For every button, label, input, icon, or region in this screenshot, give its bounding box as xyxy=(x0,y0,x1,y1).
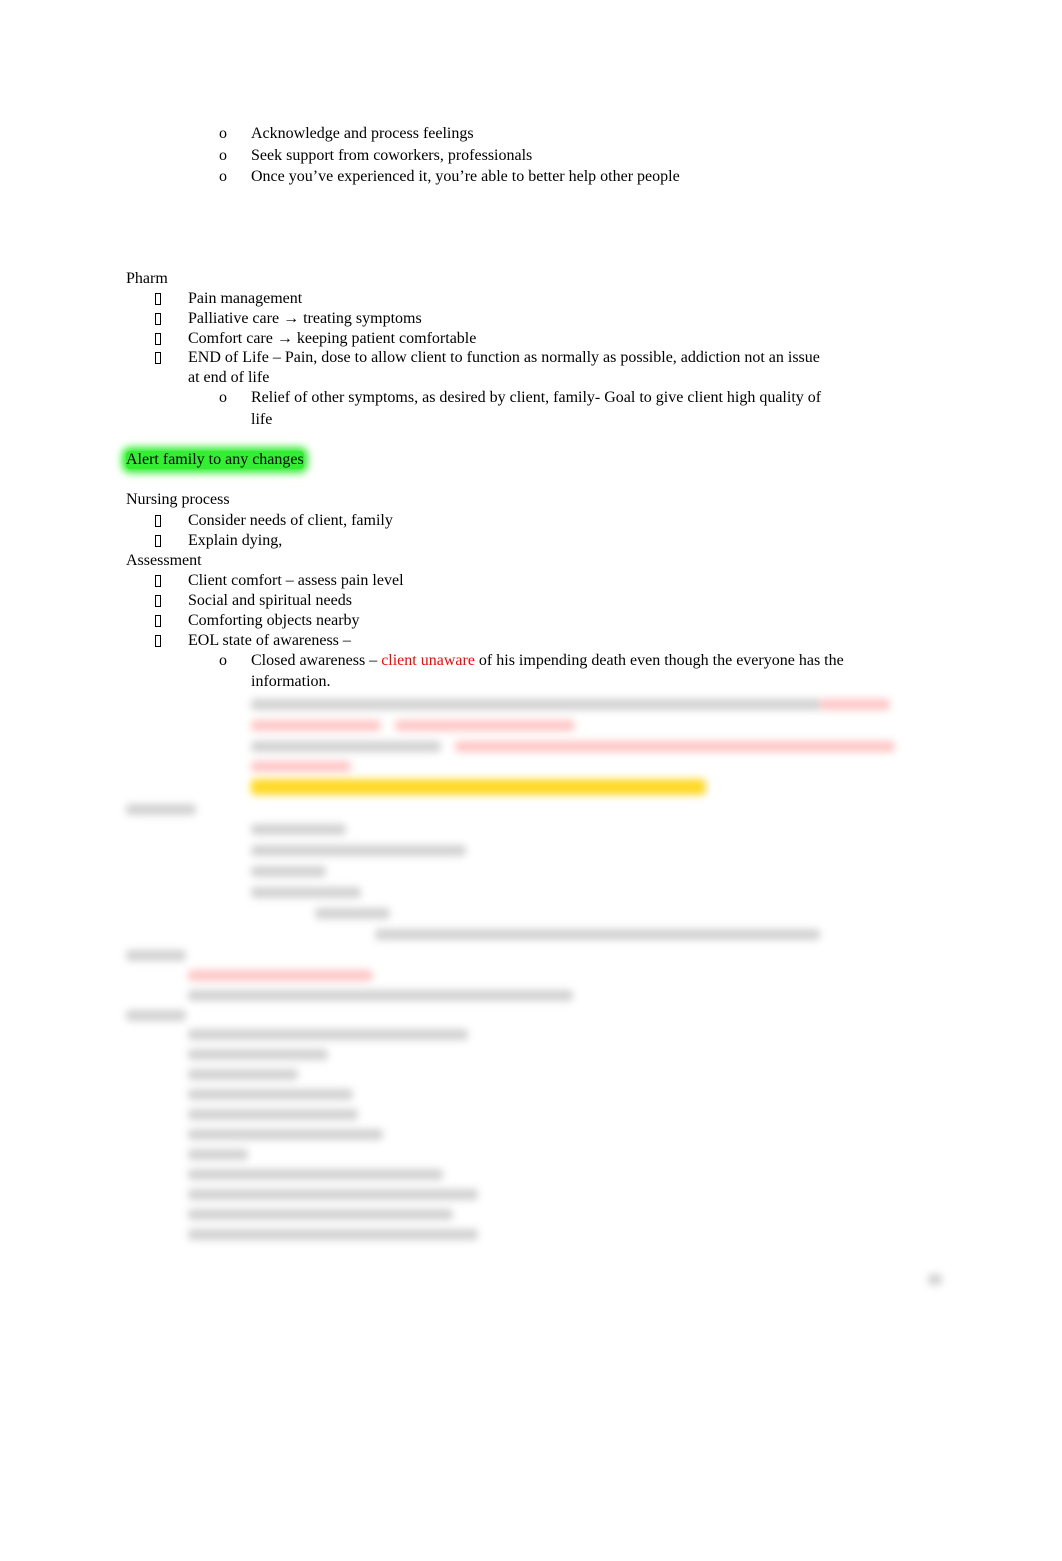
blurred-text-line xyxy=(251,699,821,710)
blurred-text-line xyxy=(251,720,381,731)
sub-bullet: o xyxy=(219,125,227,142)
list-item-continuation: information. xyxy=(251,673,331,690)
bullet-icon xyxy=(155,333,161,345)
blurred-text-line xyxy=(251,845,466,856)
list-item: Palliative care → treating symptoms xyxy=(188,310,422,327)
bullet-icon xyxy=(155,293,161,305)
highlighted-note: Alert family to any changes xyxy=(126,451,304,469)
section-heading-nursing: Nursing process xyxy=(126,491,230,508)
list-item: Social and spiritual needs xyxy=(188,592,352,609)
blurred-text-line xyxy=(820,699,890,710)
bullet-icon xyxy=(155,515,161,527)
blurred-text-line xyxy=(315,908,390,919)
list-item: Comforting objects nearby xyxy=(188,612,360,629)
blurred-text-line xyxy=(188,990,573,1001)
blurred-text-line xyxy=(251,741,441,752)
blurred-text-line xyxy=(188,1189,478,1200)
list-item: Acknowledge and process feelings xyxy=(251,125,474,142)
bullet-icon xyxy=(155,595,161,607)
text: Closed awareness – xyxy=(251,652,382,669)
sub-bullet: o xyxy=(219,168,227,185)
list-item: END of Life – Pain, dose to allow client… xyxy=(188,349,820,366)
blurred-text-line xyxy=(928,1274,942,1285)
list-item-continuation: at end of life xyxy=(188,369,270,386)
bullet-icon xyxy=(155,535,161,547)
blurred-text-line xyxy=(455,741,895,752)
document-page: o Acknowledge and process feelings o See… xyxy=(0,0,1062,1561)
text: of his impending death even though the e… xyxy=(474,652,844,669)
list-item: Client comfort – assess pain level xyxy=(188,572,404,589)
highlighted-text: client unaware xyxy=(381,652,475,669)
blurred-text-line xyxy=(188,1229,478,1240)
blurred-text-line xyxy=(395,720,575,731)
sub-bullet: o xyxy=(219,147,227,164)
list-item-closed-awareness: Closed awareness – client unaware of his… xyxy=(251,652,844,670)
blurred-text-line xyxy=(375,929,820,940)
sub-bullet: o xyxy=(219,652,227,669)
blurred-text-line xyxy=(188,1129,383,1140)
blurred-text-line xyxy=(188,1089,353,1100)
list-item: Consider needs of client, family xyxy=(188,512,393,529)
bullet-icon xyxy=(155,635,161,647)
list-item: EOL state of awareness – xyxy=(188,632,351,649)
blurred-text-line xyxy=(188,1049,328,1060)
blurred-text-line xyxy=(188,1109,358,1120)
blurred-text-line xyxy=(251,824,346,835)
list-item-continuation: life xyxy=(251,411,273,428)
list-item: Comfort care → keeping patient comfortab… xyxy=(188,330,477,347)
blurred-text-line xyxy=(188,1069,298,1080)
bullet-icon xyxy=(155,575,161,587)
blurred-text-line xyxy=(251,779,706,795)
blurred-text-line xyxy=(251,887,361,898)
blurred-text-line xyxy=(251,866,326,877)
list-item: Explain dying, xyxy=(188,532,283,549)
list-item: Seek support from coworkers, professiona… xyxy=(251,147,533,164)
list-item: Relief of other symptoms, as desired by … xyxy=(251,389,822,406)
blurred-text-line xyxy=(188,1149,248,1160)
blurred-text-line xyxy=(188,1029,468,1040)
blurred-text-line xyxy=(188,970,373,981)
blurred-text-line xyxy=(126,950,186,961)
section-heading-assessment: Assessment xyxy=(126,552,202,569)
blurred-text-line xyxy=(126,804,196,815)
list-item: Pain management xyxy=(188,290,303,307)
blurred-text-line xyxy=(251,761,351,772)
sub-bullet: o xyxy=(219,389,227,406)
bullet-icon xyxy=(155,352,161,364)
bullet-icon xyxy=(155,313,161,325)
blurred-text-line xyxy=(188,1169,443,1180)
blurred-text-line xyxy=(188,1209,453,1220)
section-heading-pharm: Pharm xyxy=(126,270,168,287)
list-item: Once you’ve experienced it, you’re able … xyxy=(251,168,680,185)
bullet-icon xyxy=(155,615,161,627)
blurred-text-line xyxy=(126,1010,186,1021)
